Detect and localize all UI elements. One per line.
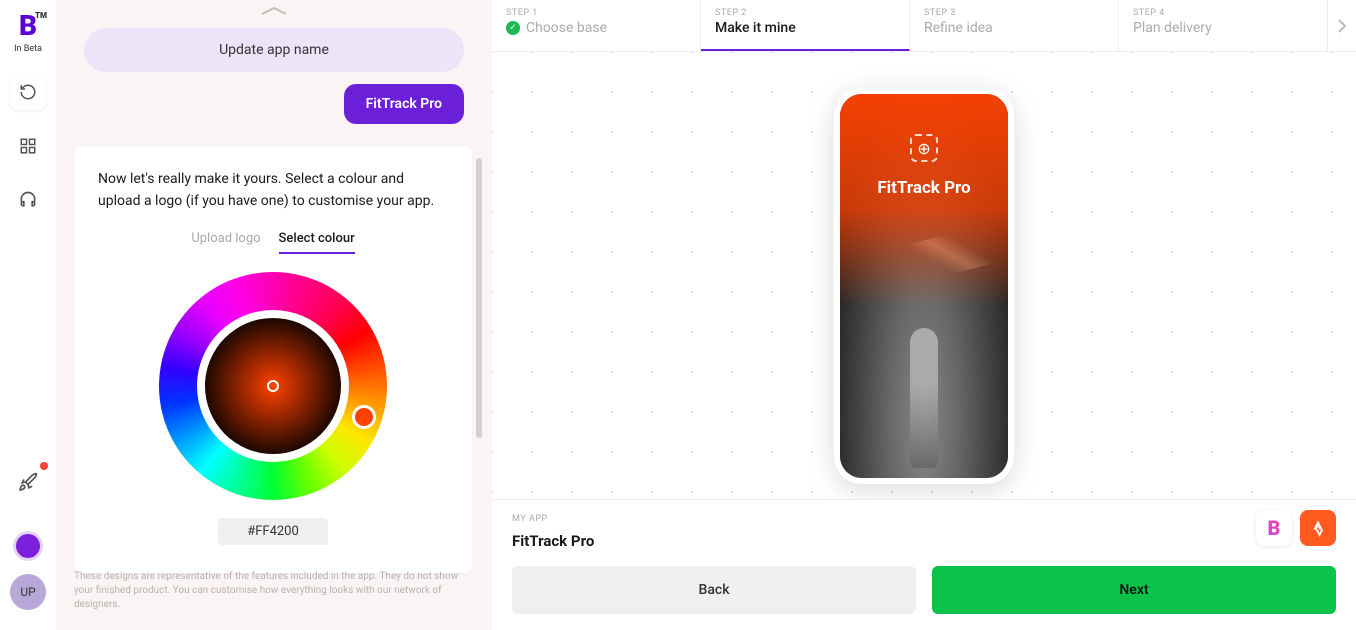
upload-logo-placeholder[interactable]: ⊕: [910, 134, 938, 162]
avatar-initials: UP: [20, 585, 35, 599]
customize-tabs: Upload logo Select colour: [98, 231, 448, 254]
strava-app-icon[interactable]: [1300, 510, 1336, 546]
user-avatar[interactable]: UP: [10, 574, 46, 610]
step-2-make-it-mine[interactable]: STEP 2 Make it mine: [701, 0, 910, 51]
saturation-indicator-icon[interactable]: [267, 380, 279, 392]
chat-panel: Update app name FitTrack Pro Now let's r…: [56, 0, 492, 630]
card-intro-text: Now let's really make it yours. Select a…: [98, 168, 448, 213]
strava-icon: [1309, 519, 1327, 537]
launch-button[interactable]: [10, 464, 46, 500]
bottom-bar: B MY APP FitTrack Pro Back Next: [492, 499, 1356, 630]
trademark-label: TM: [35, 12, 47, 20]
chat-scrollbar[interactable]: [476, 158, 482, 438]
main-area: STEP 1 ✓ Choose base STEP 2 Make it mine…: [492, 0, 1356, 630]
preview-canvas[interactable]: ⊕ FitTrack Pro: [492, 52, 1356, 499]
next-button[interactable]: Next: [932, 566, 1336, 614]
brand-logo: B TM: [19, 12, 37, 40]
step-3-refine-idea[interactable]: STEP 3 Refine idea: [910, 0, 1119, 51]
phone-app-title: FitTrack Pro: [840, 178, 1008, 198]
builder-app-icon[interactable]: B: [1256, 510, 1292, 546]
plus-icon: ⊕: [917, 139, 930, 158]
phone-preview: ⊕ FitTrack Pro: [834, 88, 1014, 484]
rocket-icon: [18, 472, 38, 492]
collapse-handle[interactable]: [56, 0, 492, 22]
notification-dot-icon: [40, 462, 48, 470]
apps-button[interactable]: [10, 128, 46, 164]
myapp-label: MY APP: [512, 514, 1336, 524]
grid-icon: [19, 137, 37, 155]
back-button[interactable]: Back: [512, 566, 916, 614]
theme-color-button[interactable]: [16, 534, 40, 558]
app-name-message: FitTrack Pro: [344, 84, 464, 124]
color-wheel[interactable]: [159, 272, 387, 500]
chevron-right-icon: [1337, 18, 1347, 34]
undo-button[interactable]: [10, 74, 46, 110]
hex-color-input[interactable]: [218, 518, 328, 545]
chevron-up-icon: [260, 6, 288, 16]
beta-label: In Beta: [14, 44, 42, 54]
check-icon: ✓: [506, 21, 520, 35]
step-4-plan-delivery[interactable]: STEP 4 Plan delivery: [1119, 0, 1328, 51]
stepper: STEP 1 ✓ Choose base STEP 2 Make it mine…: [492, 0, 1356, 52]
tab-upload-logo[interactable]: Upload logo: [191, 231, 260, 254]
phone-screen: ⊕ FitTrack Pro: [840, 94, 1008, 478]
stepper-next-button[interactable]: [1328, 0, 1356, 51]
disclaimer-text: These designs are representative of the …: [74, 570, 468, 612]
headset-icon: [18, 190, 38, 210]
customize-card: Now let's really make it yours. Select a…: [74, 146, 472, 573]
left-sidebar: B TM In Beta UP: [0, 0, 56, 630]
tab-select-colour[interactable]: Select colour: [279, 231, 355, 254]
update-app-name-button[interactable]: Update app name: [84, 28, 464, 72]
undo-icon: [19, 83, 37, 101]
bottom-app-title: FitTrack Pro: [512, 532, 1336, 550]
support-button[interactable]: [10, 182, 46, 218]
b-logo-icon: B: [1268, 516, 1281, 540]
hue-indicator-icon[interactable]: [352, 405, 376, 429]
saturation-circle[interactable]: [205, 318, 341, 454]
step-1-choose-base[interactable]: STEP 1 ✓ Choose base: [492, 0, 701, 51]
